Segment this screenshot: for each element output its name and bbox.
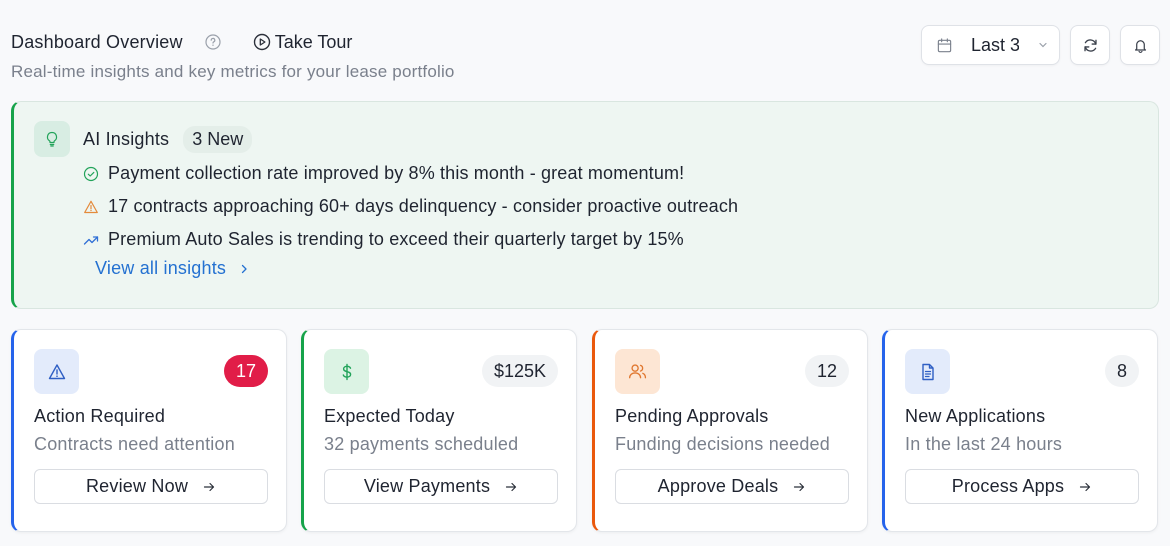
chevron-right-icon — [241, 264, 247, 273]
dollar-icon — [324, 349, 369, 394]
card-subtitle: Funding decisions needed — [615, 434, 830, 454]
expected-today-card: $125K Expected Today 32 payments schedul… — [301, 329, 577, 532]
header-controls: Last 30 days — [921, 25, 1160, 65]
take-tour-button[interactable]: Take Tour — [253, 31, 353, 53]
lightbulb-icon — [34, 121, 70, 157]
card-title: New Applications — [905, 406, 1046, 426]
insights-header: AI Insights 3 New — [34, 121, 253, 157]
notifications-button[interactable] — [1120, 25, 1160, 65]
document-icon — [905, 349, 950, 394]
calendar-icon — [937, 37, 952, 52]
view-all-insights-link[interactable]: View all insights — [95, 258, 250, 279]
check-circle-icon — [83, 166, 99, 182]
users-icon — [615, 349, 660, 394]
help-icon[interactable] — [205, 34, 221, 50]
process-apps-button[interactable]: Process Apps — [905, 469, 1139, 504]
chevron-down-icon — [1039, 42, 1047, 48]
refresh-button[interactable] — [1070, 25, 1110, 65]
pending-approvals-card: 12 Pending Approvals Funding decisions n… — [592, 329, 868, 532]
take-tour-label: Take Tour — [274, 31, 353, 52]
page-title: Dashboard Overview — [11, 31, 183, 52]
insights-new-badge: 3 New — [183, 125, 253, 153]
card-title: Pending Approvals — [615, 406, 769, 426]
view-payments-button[interactable]: View Payments — [324, 469, 558, 504]
arrow-right-icon — [1080, 482, 1091, 491]
trending-up-icon — [83, 232, 99, 248]
date-range-value: Last 30 days — [971, 34, 1019, 55]
arrow-right-icon — [506, 482, 517, 491]
pending-count-badge: 12 — [804, 355, 849, 387]
applications-count-badge: 8 — [1104, 355, 1139, 387]
date-range-select[interactable]: Last 30 days — [921, 25, 1060, 65]
arrow-right-icon — [794, 482, 805, 491]
action-required-card: 17 Action Required Contracts need attent… — [11, 329, 287, 532]
page-subtitle: Real-time insights and key metrics for y… — [11, 62, 455, 81]
button-label: Review Now — [85, 476, 189, 496]
expected-amount-badge: $125K — [481, 355, 558, 387]
review-now-button[interactable]: Review Now — [34, 469, 268, 504]
insight-item: 17 contracts approaching 60+ days delinq… — [83, 190, 738, 223]
ai-insights-panel: AI Insights 3 New Payment collection rat… — [11, 101, 1159, 309]
button-label: Process Apps — [951, 476, 1065, 496]
refresh-icon — [1083, 38, 1097, 52]
insight-text: Payment collection rate improved by 8% t… — [108, 163, 685, 183]
page-header: Dashboard Overview Take Tour Real-time i… — [11, 25, 1160, 90]
insight-item: Payment collection rate improved by 8% t… — [83, 157, 738, 190]
insight-text: Premium Auto Sales is trending to exceed… — [108, 229, 684, 249]
card-subtitle: 32 payments scheduled — [324, 434, 519, 454]
card-title: Action Required — [34, 406, 166, 426]
new-applications-card: 8 New Applications In the last 24 hours … — [882, 329, 1158, 532]
dashboard-root: Dashboard Overview Take Tour Real-time i… — [0, 0, 1170, 546]
view-all-label: View all insights — [95, 258, 227, 278]
action-count-badge: 17 — [223, 355, 268, 387]
insight-text: 17 contracts approaching 60+ days delinq… — [108, 196, 739, 216]
card-subtitle: Contracts need attention — [34, 434, 235, 454]
warning-triangle-icon — [83, 199, 99, 215]
arrow-right-icon — [203, 482, 215, 491]
play-circle-icon — [253, 33, 270, 51]
insights-list: Payment collection rate improved by 8% t… — [83, 157, 738, 256]
button-label: View Payments — [363, 476, 491, 496]
card-title: Expected Today — [324, 406, 455, 426]
insights-title: AI Insights — [83, 128, 170, 149]
button-label: Approve Deals — [657, 476, 779, 496]
card-subtitle: In the last 24 hours — [905, 434, 1063, 454]
approve-deals-button[interactable]: Approve Deals — [615, 469, 849, 504]
warning-triangle-icon — [34, 349, 79, 394]
insight-item: Premium Auto Sales is trending to exceed… — [83, 223, 738, 256]
bell-icon — [1134, 39, 1146, 53]
